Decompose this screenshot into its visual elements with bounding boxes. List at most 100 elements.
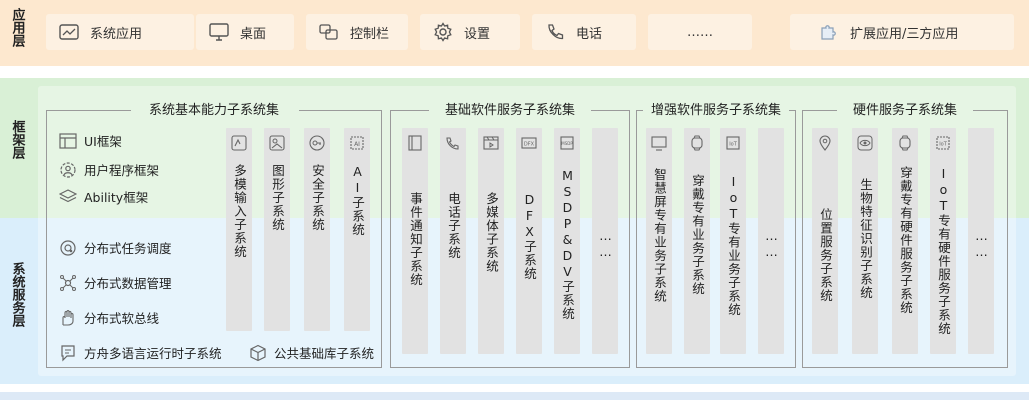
column-multimedia[interactable]: 多媒体子系统 (478, 128, 504, 354)
puzzle-icon (818, 22, 840, 42)
app-control-bar-label: 控制栏 (350, 26, 390, 42)
column-location[interactable]: 位置服务子系统 (812, 128, 838, 354)
group-hardware-title: 硬件服务子系统集 (852, 103, 957, 118)
app-extension[interactable]: 扩展应用/三方应用 (790, 14, 1014, 50)
phone-icon (544, 22, 566, 42)
app-phone-label: 电话 (576, 26, 603, 42)
column-ai[interactable]: AI AI子系统 (344, 128, 370, 331)
service-data-manage[interactable]: 分布式数据管理 (58, 273, 172, 292)
column-biometric-label: 生物特征识别子系统 (858, 178, 873, 300)
column-wear-hardware-label: 穿戴专有硬件服务子系统 (898, 166, 913, 315)
iot-chip-icon: IoT (724, 134, 742, 152)
column-enhanced-more[interactable]: …… (758, 128, 784, 354)
svg-text:AI: AI (354, 141, 360, 148)
column-telephony[interactable]: 电话子系统 (440, 128, 466, 354)
column-iot[interactable]: IoT IoT专有业务子系统 (720, 128, 746, 354)
watch-icon (688, 134, 706, 152)
service-task-schedule-label: 分布式任务调度 (84, 241, 172, 256)
column-wearable[interactable]: 穿戴专有业务子系统 (684, 128, 710, 354)
column-security-label: 安全子系统 (310, 164, 325, 232)
column-biometric[interactable]: 生物特征识别子系统 (852, 128, 878, 354)
framework-user-program-label: 用户程序框架 (84, 163, 160, 178)
service-data-manage-label: 分布式数据管理 (84, 276, 172, 291)
app-extension-label: 扩展应用/三方应用 (850, 26, 959, 42)
ability-layers-icon (58, 188, 78, 206)
system-app-icon (58, 22, 80, 42)
app-system-app-label: 系统应用 (90, 26, 143, 42)
column-msdp-dv-label: MSDP&DV子系统 (560, 168, 575, 321)
task-schedule-icon (58, 239, 78, 257)
column-smart-screen-label: 智慧屏专有业务子系统 (652, 168, 667, 303)
framework-ui-label: UI框架 (84, 134, 122, 149)
column-software-more[interactable]: …… (592, 128, 618, 354)
service-soft-bus[interactable]: 分布式软总线 (58, 308, 159, 327)
app-settings-label: 设置 (464, 26, 491, 42)
service-ark-runtime[interactable]: 方舟多语言运行时子系统 (58, 343, 222, 362)
column-telephony-label: 电话子系统 (446, 192, 461, 260)
app-settings[interactable]: 设置 (420, 14, 520, 50)
msdp-icon: MSDP (558, 134, 576, 152)
service-soft-bus-label: 分布式软总线 (84, 311, 160, 326)
column-dfx[interactable]: DFX DFX子系统 (516, 128, 542, 354)
column-enhanced-more-label: …… (764, 228, 779, 260)
app-more-label: …… (687, 24, 713, 40)
key-icon (308, 134, 326, 152)
layer-label-app: 应用层 (9, 8, 25, 47)
iot-hw-chip-icon: IoT (934, 134, 952, 152)
column-hardware-more[interactable]: …… (968, 128, 994, 354)
framework-ability-label: Ability框架 (84, 190, 149, 205)
framework-user-program[interactable]: 用户程序框架 (58, 160, 159, 179)
app-desktop[interactable]: 桌面 (196, 14, 294, 50)
data-manage-icon (58, 274, 78, 292)
column-wear-hardware[interactable]: 穿戴专有硬件服务子系统 (892, 128, 918, 354)
group-software-title: 基础软件服务子系统集 (444, 103, 575, 118)
app-system-app[interactable]: 系统应用 (46, 14, 194, 50)
column-location-label: 位置服务子系统 (818, 208, 833, 303)
column-multimedia-label: 多媒体子系统 (484, 192, 499, 273)
soft-bus-icon (58, 309, 78, 327)
dfx-chip-icon: DFX (520, 134, 538, 152)
group-enhanced-title: 增强软件服务子系统集 (650, 103, 781, 118)
app-desktop-label: 桌面 (240, 26, 267, 42)
column-wearable-label: 穿戴专有业务子系统 (690, 174, 705, 296)
column-hardware-more-label: …… (974, 228, 989, 260)
app-more[interactable]: …… (648, 14, 752, 50)
layer-label-system-service: 系统服务层 (9, 262, 25, 327)
media-icon (482, 134, 500, 152)
ui-frame-icon (58, 132, 78, 150)
column-graphics-label: 图形子系统 (270, 164, 285, 232)
column-iot-hardware[interactable]: IoT IoT专有硬件服务子系统 (930, 128, 956, 354)
cube-library-icon (248, 344, 268, 362)
control-bar-icon (318, 22, 340, 42)
settings-gear-icon (432, 22, 454, 42)
column-graphics[interactable]: 图形子系统 (264, 128, 290, 331)
ai-chip-icon: AI (348, 134, 366, 152)
svg-text:IoT: IoT (939, 142, 948, 148)
column-iot-label: IoT专有业务子系统 (726, 174, 741, 317)
ark-runtime-icon (58, 344, 78, 362)
column-smart-screen[interactable]: 智慧屏专有业务子系统 (646, 128, 672, 354)
service-task-schedule[interactable]: 分布式任务调度 (58, 238, 172, 257)
desktop-icon (208, 22, 230, 42)
app-phone[interactable]: 电话 (532, 14, 636, 50)
group-basic-title: 系统基本能力子系统集 (148, 103, 279, 118)
book-icon (406, 134, 424, 152)
framework-ui[interactable]: UI框架 (58, 131, 122, 150)
column-dfx-label: DFX子系统 (522, 192, 537, 281)
service-common-library[interactable]: 公共基础库子系统 (248, 343, 374, 362)
eye-icon (856, 134, 874, 152)
service-ark-runtime-label: 方舟多语言运行时子系统 (84, 346, 222, 361)
column-event-notification[interactable]: 事件通知子系统 (402, 128, 428, 354)
column-ai-label: AI子系统 (350, 164, 365, 237)
column-multimodal-input[interactable]: 多模输入子系统 (226, 128, 252, 331)
bottom-layer-band (0, 392, 1029, 400)
svg-text:IoT: IoT (729, 142, 738, 148)
app-control-bar[interactable]: 控制栏 (306, 14, 408, 50)
framework-ability[interactable]: Ability框架 (58, 187, 148, 206)
graphics-icon (268, 134, 286, 152)
column-iot-hardware-label: IoT专有硬件服务子系统 (936, 166, 951, 336)
column-msdp-dv[interactable]: MSDP MSDP&DV子系统 (554, 128, 580, 354)
column-event-notification-label: 事件通知子系统 (408, 192, 423, 287)
column-software-more-label: …… (598, 228, 613, 260)
column-security[interactable]: 安全子系统 (304, 128, 330, 331)
